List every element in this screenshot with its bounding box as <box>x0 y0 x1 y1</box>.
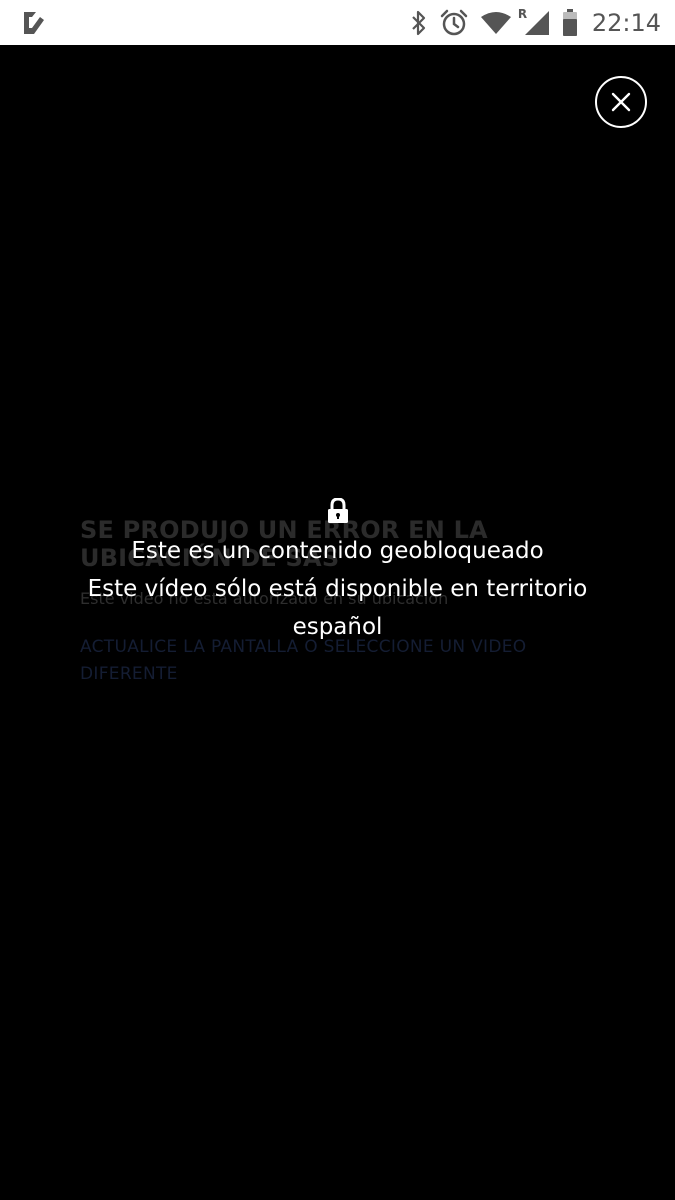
bluetooth-icon <box>410 10 428 36</box>
app-check-icon <box>24 12 44 34</box>
geoblock-title: Este es un contenido geobloqueado <box>131 538 544 564</box>
geoblock-description: Este vídeo sólo está disponible en terri… <box>87 576 588 640</box>
status-icons: R 22:14 <box>398 0 661 45</box>
close-icon <box>611 92 631 112</box>
alarm-icon <box>440 9 468 37</box>
video-player-screen: R 22:14 SE PRODUJO UN ERROR EN LA UBICAC… <box>0 0 675 1200</box>
lock-icon <box>327 498 348 523</box>
geoblock-message: Este es un contenido geobloqueado Este v… <box>40 498 635 646</box>
status-bar: R 22:14 <box>0 0 675 45</box>
roaming-marker: R <box>517 6 528 21</box>
wifi-icon <box>480 11 512 35</box>
status-time: 22:14 <box>591 8 661 37</box>
battery-icon <box>562 8 578 37</box>
close-button[interactable] <box>595 76 647 128</box>
cellular-roaming-icon: R <box>518 7 550 36</box>
